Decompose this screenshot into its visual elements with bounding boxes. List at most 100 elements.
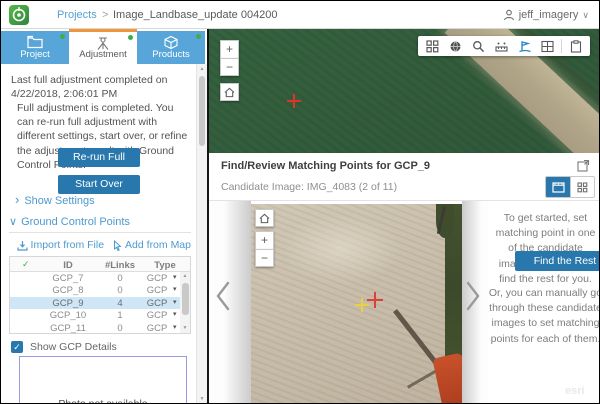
gcp-section-label: Ground Control Points	[21, 216, 130, 228]
cell-id: GCP_7	[40, 273, 96, 284]
folder-icon	[27, 35, 44, 49]
map-home-button[interactable]	[220, 83, 239, 101]
grid-icon[interactable]	[421, 36, 444, 56]
user-caret-icon: ∨	[582, 10, 589, 21]
col-header-id[interactable]: ID	[40, 260, 96, 271]
panel-map-divider	[207, 29, 209, 404]
page-title: Image_Landbase_update 004200	[113, 1, 278, 29]
show-settings-link[interactable]: ›Show Settings	[15, 192, 95, 207]
cursor-icon	[113, 240, 122, 251]
cell-type[interactable]: GCP	[140, 298, 174, 309]
col-header-links[interactable]: #Links	[96, 260, 144, 271]
basemap-icon[interactable]	[444, 36, 467, 56]
select-all-check-icon[interactable]: ✓	[22, 259, 30, 270]
cell-type[interactable]: GCP	[140, 273, 174, 284]
cell-id: GCP_9	[40, 298, 96, 309]
scrollbar-thumb[interactable]	[182, 283, 189, 315]
app-logo[interactable]	[9, 5, 29, 25]
tab-status-dot	[128, 35, 133, 40]
cell-links: 0	[96, 285, 144, 296]
plus-icon: +	[226, 42, 233, 56]
home-icon	[259, 213, 270, 224]
show-settings-label: Show Settings	[24, 195, 94, 207]
check-icon: ✓	[13, 342, 21, 353]
table-row[interactable]: GCP_7 0 GCP ▾	[10, 272, 180, 284]
candidate-image[interactable]: + −	[251, 204, 462, 404]
candidate-image-label: Candidate Image: IMG_4083 (2 of 11)	[221, 181, 397, 193]
rerun-full-button[interactable]: Re-run Full	[58, 148, 140, 167]
tab-label: Products	[137, 49, 205, 60]
image-grid-icon[interactable]	[536, 36, 559, 56]
add-from-map-link[interactable]: Add from Map	[113, 239, 191, 251]
type-dropdown-icon[interactable]: ▾	[173, 323, 177, 331]
breadcrumb-separator: >	[102, 1, 108, 29]
table-row-selected[interactable]: GCP_9 4 GCP ▾	[10, 297, 180, 309]
cell-id: GCP_8	[40, 285, 96, 296]
scroll-up-icon[interactable]: ▲	[197, 64, 207, 74]
next-image-arrow[interactable]	[465, 281, 481, 316]
gcp-table-header: ✓ ID #Links Type	[10, 257, 190, 272]
show-gcp-details-checkbox[interactable]: ✓	[11, 341, 23, 353]
tab-products[interactable]: Products	[137, 31, 205, 64]
adjustment-panel: Last full adjustment completed on 4/22/2…	[1, 64, 197, 404]
view-toggle	[545, 176, 595, 198]
scrollbar-thumb[interactable]	[199, 76, 205, 146]
home-icon	[224, 87, 235, 98]
ortho-maker-logo-icon	[9, 5, 29, 25]
find-the-rest-button[interactable]: Find the Rest	[515, 251, 600, 271]
scroll-down-icon[interactable]: ▼	[180, 324, 190, 333]
type-dropdown-icon[interactable]: ▾	[173, 298, 177, 306]
import-icon	[17, 240, 28, 251]
filmstrip-view-button[interactable]	[546, 177, 570, 197]
viewer-home-button[interactable]	[255, 209, 274, 227]
table-row[interactable]: GCP_8 0 GCP ▾	[10, 284, 180, 296]
cell-links: 1	[96, 310, 144, 321]
cell-links: 4	[96, 298, 144, 309]
top-bar: Projects > Image_Landbase_update 004200 …	[1, 1, 599, 29]
cell-links: 0	[96, 323, 144, 334]
cell-type[interactable]: GCP	[140, 310, 174, 321]
measure-icon[interactable]	[490, 36, 513, 56]
photo-preview-box: Photo not available	[19, 356, 187, 404]
minus-icon: −	[261, 251, 268, 265]
tab-status-dot	[60, 34, 65, 39]
tab-project[interactable]: Project	[1, 31, 69, 64]
tab-label: Project	[1, 49, 69, 60]
table-scrollbar[interactable]: ▲ ▼	[180, 272, 190, 333]
breadcrumb-projects[interactable]: Projects	[57, 1, 97, 29]
import-label: Import from File	[31, 239, 105, 251]
expand-panel-icon[interactable]	[577, 159, 590, 177]
user-menu[interactable]: jeff_imagery ∨	[503, 1, 589, 29]
clipboard-icon[interactable]	[564, 36, 587, 56]
scroll-up-icon[interactable]: ▲	[180, 272, 190, 281]
grid-view-button[interactable]	[570, 177, 594, 197]
type-dropdown-icon[interactable]: ▾	[173, 273, 177, 281]
map-zoom-out-button[interactable]: −	[220, 58, 239, 76]
col-header-type[interactable]: Type	[144, 260, 186, 271]
scroll-down-icon[interactable]: ▼	[197, 394, 207, 404]
viewer-zoom-in-button[interactable]: +	[255, 231, 274, 249]
cube-icon	[163, 35, 179, 50]
cell-type[interactable]: GCP	[140, 285, 174, 296]
show-gcp-details-label: Show GCP Details	[30, 341, 117, 353]
gcp-flag-icon[interactable]	[513, 36, 536, 56]
import-from-file-link[interactable]: Import from File	[17, 239, 105, 251]
table-row[interactable]: GCP_10 1 GCP ▾	[10, 309, 180, 321]
cell-type[interactable]: GCP	[140, 323, 174, 334]
esri-watermark: esri	[565, 385, 585, 397]
minus-icon: −	[226, 60, 233, 74]
panel-scrollbar[interactable]: ▲ ▼	[196, 64, 207, 404]
tab-adjustment[interactable]: Adjustment	[69, 29, 137, 64]
find-review-panel: Find/Review Matching Points for GCP_9 Ca…	[209, 153, 600, 404]
type-dropdown-icon[interactable]: ▾	[173, 285, 177, 293]
search-icon[interactable]	[467, 36, 490, 56]
gcp-table: ✓ ID #Links Type GCP_7 0 GCP ▾ GCP_8 0 G…	[9, 256, 191, 334]
type-dropdown-icon[interactable]: ▾	[173, 310, 177, 318]
table-row[interactable]: GCP_11 0 GCP ▾	[10, 322, 180, 334]
ground-control-points-section[interactable]: ∨Ground Control Points	[9, 215, 130, 228]
map-zoom-in-button[interactable]: +	[220, 40, 239, 58]
previous-image-arrow[interactable]	[215, 281, 231, 316]
photo-not-available-label: Photo not available	[20, 398, 186, 404]
user-icon	[503, 9, 515, 21]
viewer-zoom-out-button[interactable]: −	[255, 249, 274, 267]
